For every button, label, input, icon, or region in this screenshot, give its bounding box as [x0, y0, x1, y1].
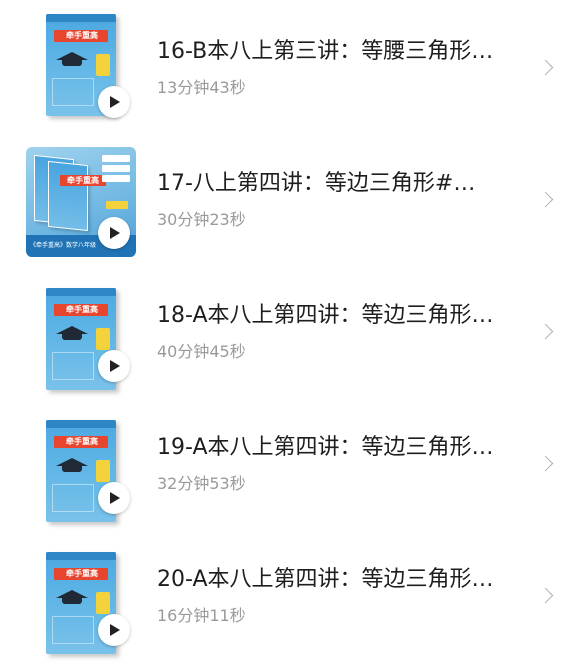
- lesson-title: 19-A本八上第四讲：等边三角形…: [157, 435, 494, 460]
- lesson-title: 17-八上第四讲：等边三角形#…: [157, 171, 476, 196]
- lesson-list: 牵手重高 16-B本八上第三讲：等腰三角形… 13分钟43秒 牵手重高 《牵手重…: [0, 0, 572, 668]
- chevron-right-icon: [537, 323, 554, 340]
- lesson-duration: 40分钟45秒: [157, 342, 246, 361]
- cover-title: 牵手重高: [66, 569, 98, 578]
- lesson-title: 16-B本八上第三讲：等腰三角形…: [157, 39, 494, 64]
- lesson-thumbnail: 牵手重高: [26, 418, 136, 528]
- lesson-item[interactable]: 牵手重高 18-A本八上第四讲：等边三角形… 40分钟45秒: [0, 264, 572, 395]
- lesson-item[interactable]: 牵手重高 16-B本八上第三讲：等腰三角形… 13分钟43秒: [0, 0, 572, 131]
- play-icon[interactable]: [98, 217, 130, 249]
- play-icon[interactable]: [98, 350, 130, 382]
- cover-title: 牵手重高: [66, 305, 98, 314]
- chevron-right-icon: [537, 191, 554, 208]
- lesson-thumbnail: 牵手重高: [26, 550, 136, 660]
- play-icon[interactable]: [98, 86, 130, 118]
- lesson-duration: 32分钟53秒: [157, 474, 246, 493]
- lesson-duration: 16分钟11秒: [157, 606, 246, 625]
- lesson-title: 20-A本八上第四讲：等边三角形…: [157, 567, 494, 592]
- play-icon[interactable]: [98, 482, 130, 514]
- lesson-duration: 13分钟43秒: [157, 78, 246, 97]
- chevron-right-icon: [537, 59, 554, 76]
- chevron-right-icon: [537, 455, 554, 472]
- lesson-item[interactable]: 牵手重高 《牵手重高》数学八年级 ★ 17-八上第四讲：等边三角形#… 30分钟…: [0, 132, 572, 263]
- lesson-thumbnail: 牵手重高: [26, 12, 136, 122]
- chevron-right-icon: [537, 587, 554, 604]
- lesson-thumbnail: 牵手重高: [26, 286, 136, 396]
- cover-title: 牵手重高: [60, 175, 106, 186]
- lesson-duration: 30分钟23秒: [157, 210, 246, 229]
- lesson-item[interactable]: 牵手重高 20-A本八上第四讲：等边三角形… 16分钟11秒: [0, 528, 572, 659]
- lesson-thumbnail: 牵手重高 《牵手重高》数学八年级 ★: [26, 147, 136, 257]
- lesson-item[interactable]: 牵手重高 19-A本八上第四讲：等边三角形… 32分钟53秒: [0, 396, 572, 527]
- cover-banner-text: 《牵手重高》数学八年级: [30, 242, 97, 249]
- play-icon[interactable]: [98, 614, 130, 646]
- lesson-title: 18-A本八上第四讲：等边三角形…: [157, 303, 494, 328]
- cover-title: 牵手重高: [66, 437, 98, 446]
- cover-title: 牵手重高: [66, 31, 98, 40]
